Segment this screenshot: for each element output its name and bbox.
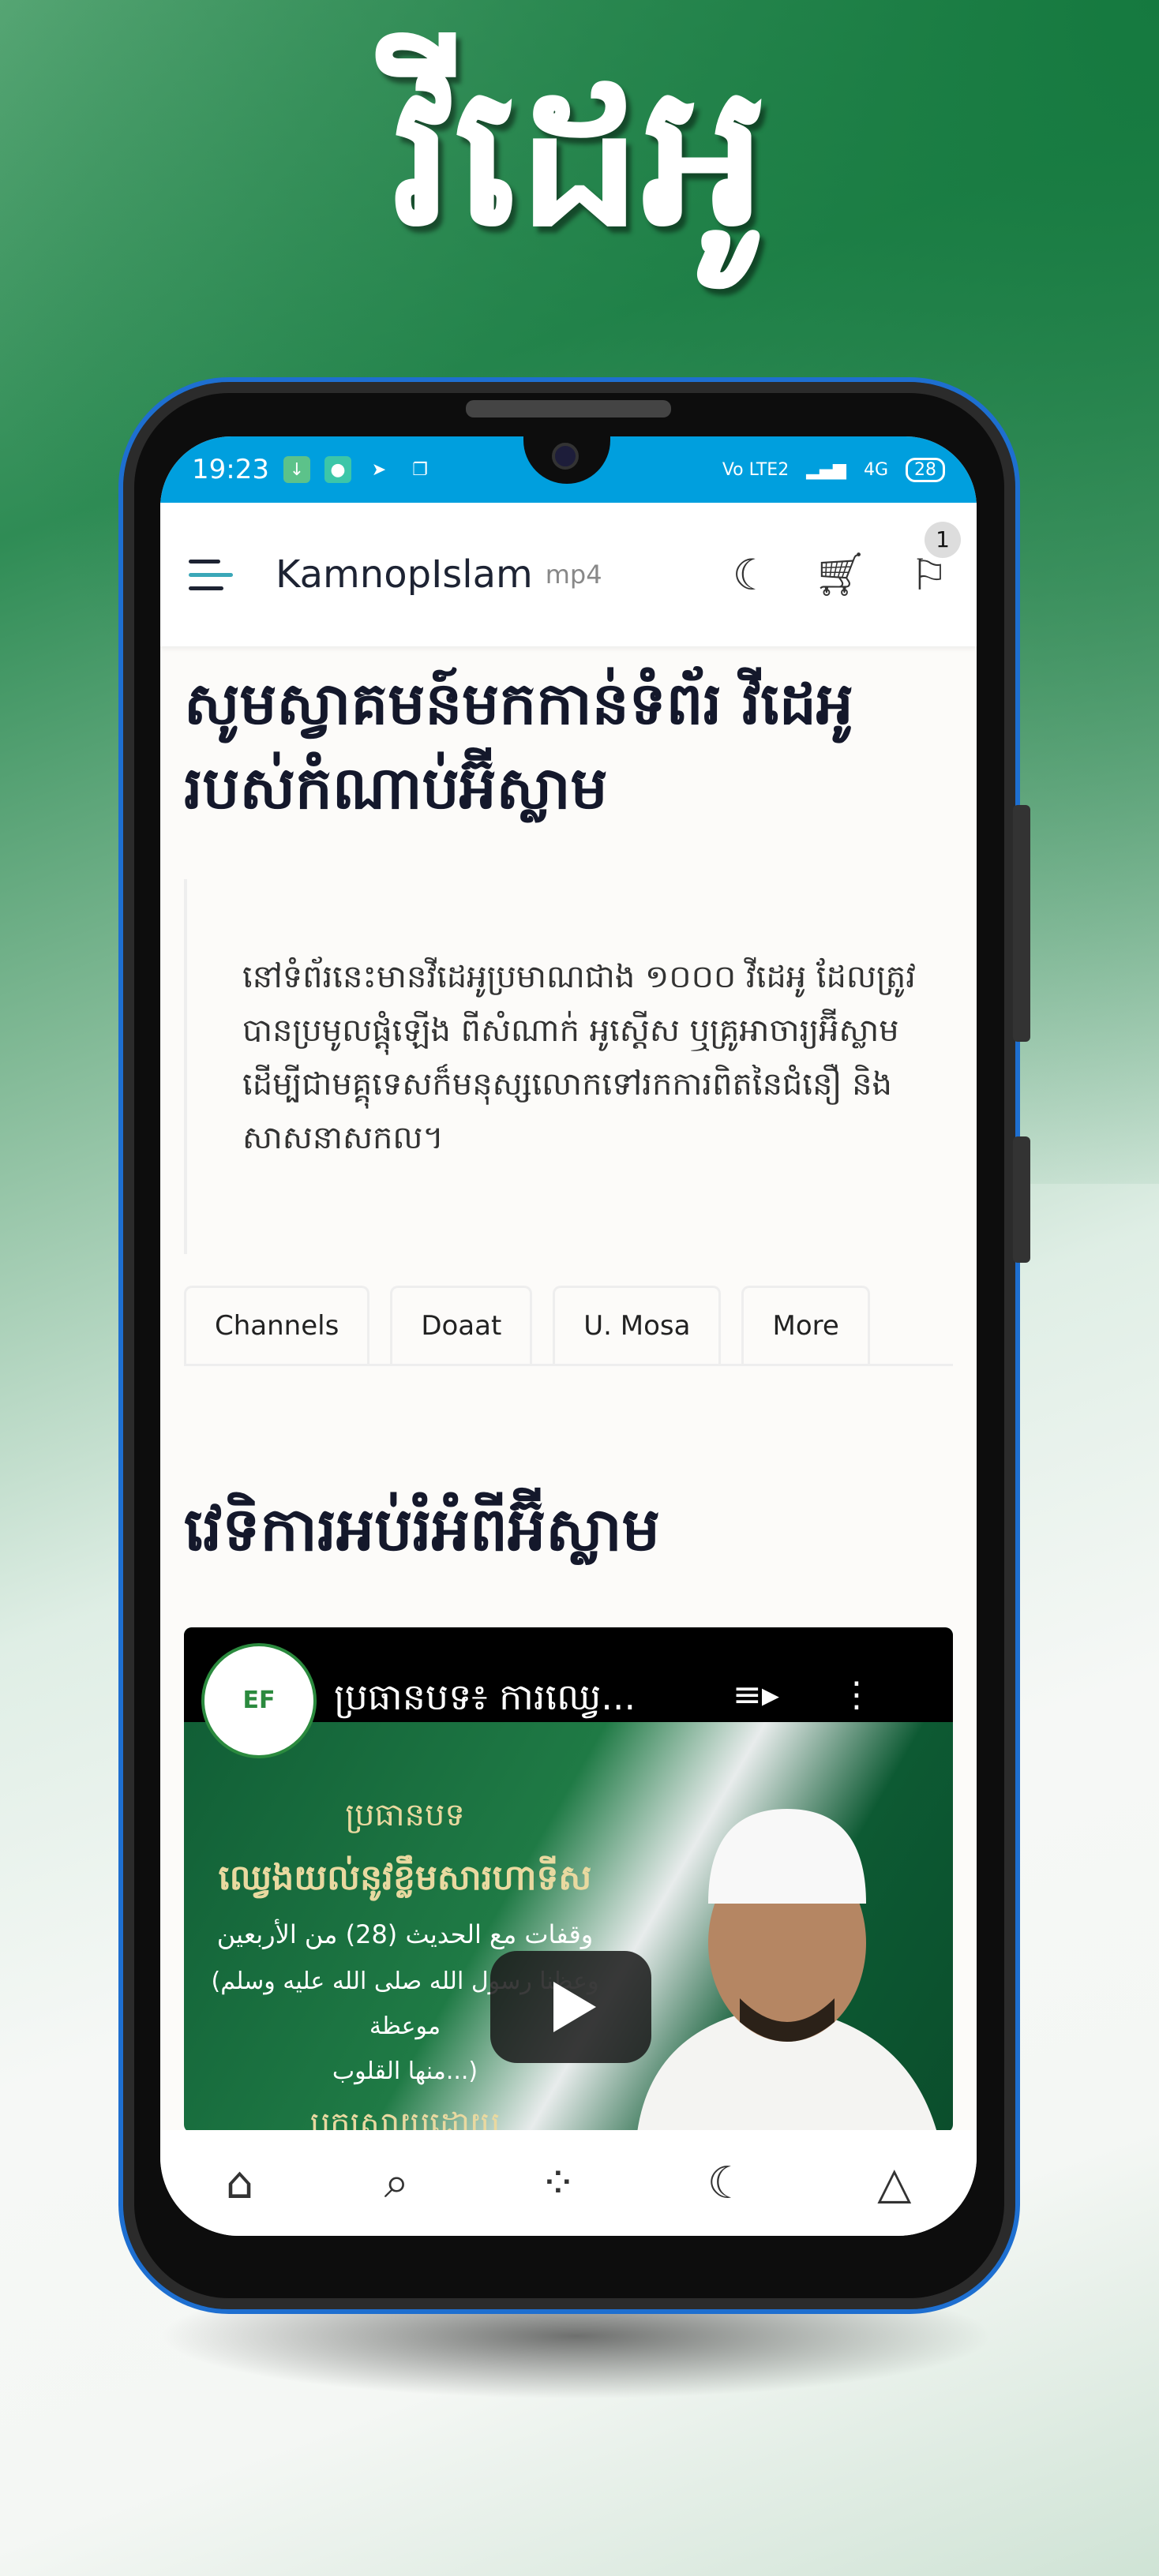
bell-icon[interactable]: △ <box>877 2158 911 2209</box>
tab-u-mosa[interactable]: U. Mosa <box>553 1285 722 1364</box>
phone-screen: 19:23 ↓ ● ➤ ❐ Vo LTE2 ▂▄▆ 4G 28 KamnopIs… <box>160 436 977 2236</box>
download-icon: ↓ <box>283 456 310 483</box>
cart-icon[interactable]: 🛒︎ <box>813 549 868 600</box>
grid-icon[interactable]: ⁘ <box>539 2158 576 2209</box>
channel-logo[interactable]: EF <box>201 1642 317 1758</box>
phone-power-button <box>1013 1136 1030 1263</box>
network-type: 4G <box>863 459 888 480</box>
home-icon[interactable]: ⌂ <box>226 2158 254 2209</box>
menu-icon[interactable] <box>189 559 233 590</box>
thumb-line: ឈ្វេងយល់នូវខ្លឹមសារហាទីស <box>218 1857 592 1898</box>
app-title: KamnopIslam <box>276 552 533 597</box>
camera <box>552 443 579 470</box>
video-player[interactable]: EF ប្រធានបទ៖ ការឈ្វេ... ≡▸ ⋮ ប្រធានបទ ឈ្… <box>184 1627 953 2132</box>
chat-icon: ● <box>324 456 351 483</box>
signal-icon: ▂▄▆ <box>806 459 846 480</box>
tab-bar: Channels Doaat U. Mosa More <box>184 1285 953 1366</box>
intro-blockquote: នៅទំព័រនេះមានវីដេអូប្រមាណជាង ១០០០ វីដេអូ… <box>184 878 953 1254</box>
play-icon <box>553 1981 596 2032</box>
app-subtitle: mp4 <box>545 560 602 590</box>
speaker-photo <box>637 1808 937 2132</box>
bookmark-icon[interactable]: ⚐ 1 <box>910 521 961 600</box>
telegram-icon: ➤ <box>371 459 387 480</box>
hero-title: វីដេអូ <box>391 40 768 270</box>
more-vert-icon[interactable]: ⋮ <box>839 1675 874 1715</box>
battery-indicator: 28 <box>906 457 945 482</box>
app-bar: KamnopIslam mp4 ☾ 🛒︎ ⚐ 1 <box>160 503 977 646</box>
bottom-nav: ⌂ ⌕ ⁘ ☾ △ <box>160 2130 977 2236</box>
phone-speaker <box>466 400 671 417</box>
moon-icon[interactable]: ☾ <box>707 2158 747 2209</box>
playlist-icon[interactable]: ≡▸ <box>733 1675 779 1715</box>
phone-volume-button <box>1013 805 1030 1042</box>
tab-channels[interactable]: Channels <box>184 1285 370 1364</box>
moon-icon[interactable]: ☾ <box>733 550 771 600</box>
tab-doaat[interactable]: Doaat <box>390 1285 533 1364</box>
thumb-line: ប្រធានបទ <box>345 1796 465 1833</box>
video-title[interactable]: ប្រធានបទ៖ ការឈ្វេ... <box>334 1675 636 1728</box>
section-title: វេទិការអប់រំអំពីអ៊ីស្លាម <box>184 1493 661 1564</box>
welcome-heading: សូមស្វាគមន៍មកកាន់ទំព័រ វីដេអូ របស់កំណាប់… <box>184 670 853 823</box>
tab-more[interactable]: More <box>741 1285 870 1364</box>
thumb-line: បកស្រាយដោយ <box>309 2105 501 2132</box>
volte-indicator: Vo LTE2 <box>722 459 790 480</box>
status-time: 19:23 <box>192 454 269 485</box>
play-button[interactable] <box>490 1950 651 2063</box>
bookmark-badge: 1 <box>925 521 961 558</box>
notch <box>523 436 610 484</box>
copy-icon: ❐ <box>412 459 428 480</box>
search-icon[interactable]: ⌕ <box>384 2157 409 2209</box>
status-bar: 19:23 ↓ ● ➤ ❐ Vo LTE2 ▂▄▆ 4G 28 <box>160 436 977 503</box>
